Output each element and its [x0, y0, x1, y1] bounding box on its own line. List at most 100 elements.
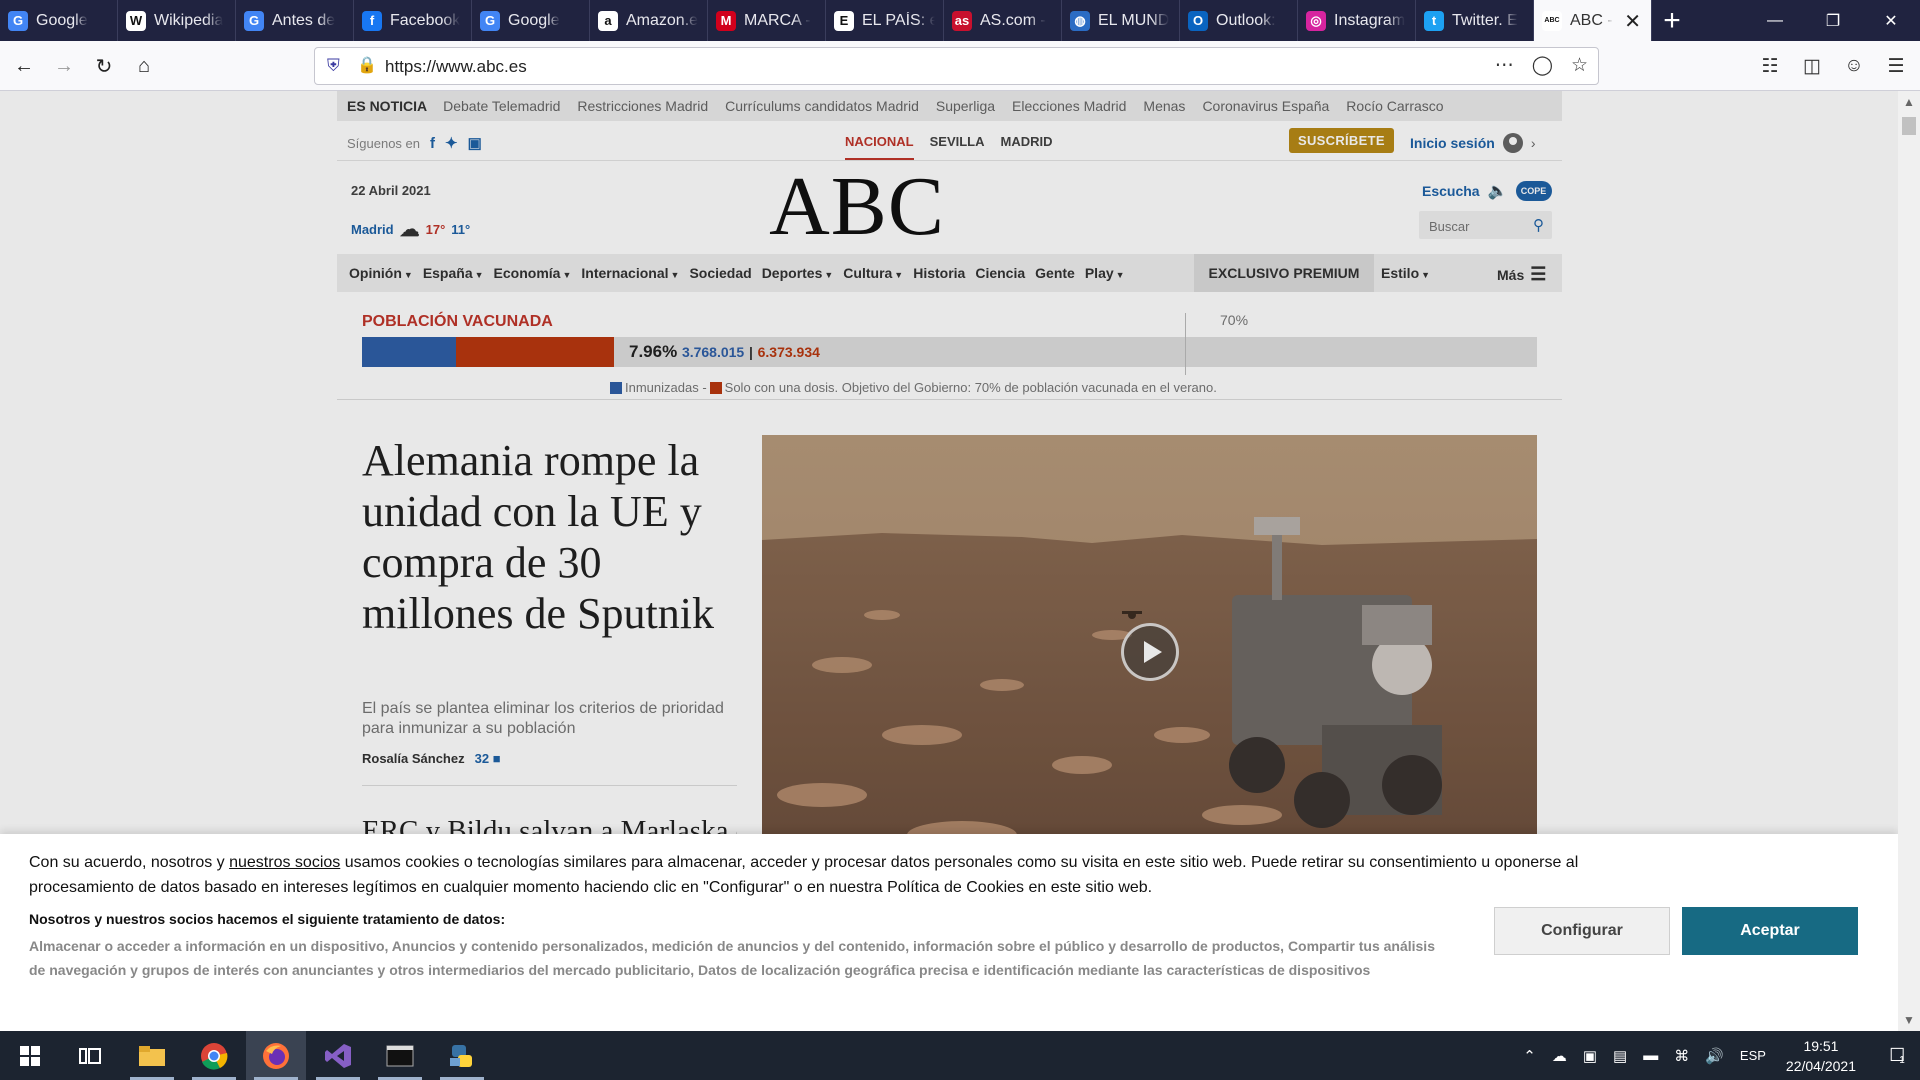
more-label[interactable]: Más: [1497, 267, 1524, 283]
browser-tab[interactable]: O Outlook:: [1180, 0, 1298, 41]
weather-city[interactable]: Madrid: [351, 222, 394, 237]
abc-logo[interactable]: ABC: [757, 165, 957, 249]
menu-item-label[interactable]: Gente: [1035, 265, 1075, 281]
menu-item[interactable]: Internacional ▼: [576, 265, 684, 281]
menu-item[interactable]: Gente: [1030, 265, 1080, 281]
page-scrollbar[interactable]: ▲ ▼: [1898, 91, 1920, 1031]
page-actions-icon[interactable]: ⋯: [1495, 54, 1514, 77]
menu-hamburger-icon[interactable]: ☰: [1882, 50, 1910, 82]
battery-icon[interactable]: ▬: [1643, 1047, 1658, 1064]
menu-item[interactable]: España ▼: [418, 265, 489, 281]
menu-item-label[interactable]: Deportes: [762, 265, 823, 281]
play-button[interactable]: [1121, 623, 1179, 681]
partners-link[interactable]: nuestros socios: [229, 854, 340, 871]
trending-item[interactable]: Restricciones Madrid: [577, 98, 708, 114]
clock-time[interactable]: 19:51: [1786, 1036, 1856, 1056]
twitter-icon[interactable]: ✦: [445, 134, 458, 152]
menu-item[interactable]: Opinión ▼: [344, 265, 418, 281]
main-headline[interactable]: Alemania rompe la unidad con la UE y com…: [362, 435, 737, 639]
menu-item[interactable]: Ciencia: [970, 265, 1030, 281]
browser-tab[interactable]: ◎ Instagram: [1298, 0, 1416, 41]
tab-label[interactable]: EL PAÍS: e: [862, 12, 935, 30]
tab-label[interactable]: EL MUND: [1098, 12, 1169, 30]
back-icon[interactable]: ←: [8, 50, 40, 82]
menu-estilo[interactable]: Estilo ▼: [1381, 265, 1430, 281]
browser-tab[interactable]: G Google: [0, 0, 118, 41]
browser-tab[interactable]: as AS.com -: [944, 0, 1062, 41]
new-tab-button[interactable]: +: [1652, 0, 1692, 41]
region-nacional[interactable]: NACIONAL: [845, 134, 914, 160]
firefox-icon[interactable]: [246, 1031, 306, 1080]
accept-button[interactable]: Aceptar: [1682, 907, 1858, 955]
estilo-label[interactable]: Estilo: [1381, 265, 1419, 281]
hamburger-icon[interactable]: ☰: [1530, 264, 1546, 285]
file-explorer-icon[interactable]: [122, 1031, 182, 1080]
menu-item-label[interactable]: Economía: [494, 265, 561, 281]
scroll-up-icon[interactable]: ▲: [1903, 95, 1915, 109]
trending-item[interactable]: Debate Telemadrid: [443, 98, 560, 114]
login-label[interactable]: Inicio sesión: [1410, 135, 1495, 151]
close-tab-icon[interactable]: ✕: [1624, 9, 1641, 34]
close-window-icon[interactable]: ✕: [1862, 0, 1920, 41]
configure-button[interactable]: Configurar: [1494, 907, 1670, 955]
trending-item[interactable]: Coronavirus España: [1202, 98, 1329, 114]
headline-deck[interactable]: El país se plantea eliminar los criterio…: [362, 699, 737, 739]
tracking-protection-icon[interactable]: ⛨: [327, 56, 340, 76]
browser-tab[interactable]: W Wikipedia: [118, 0, 236, 41]
task-view-icon[interactable]: [60, 1031, 120, 1080]
listen-widget[interactable]: Escucha 🔈 COPE: [1422, 181, 1552, 201]
clock-date[interactable]: 22/04/2021: [1786, 1056, 1856, 1076]
browser-tab[interactable]: G Google: [472, 0, 590, 41]
menu-item[interactable]: Cultura ▼: [838, 265, 908, 281]
menu-item[interactable]: Play ▼: [1080, 265, 1130, 281]
home-icon[interactable]: ⌂: [128, 50, 160, 82]
premium-link[interactable]: EXCLUSIVO PREMIUM: [1194, 254, 1374, 292]
trending-item[interactable]: Menas: [1143, 98, 1185, 114]
tab-label[interactable]: Antes de: [272, 12, 335, 30]
subscribe-button[interactable]: SUSCRÍBETE: [1289, 128, 1394, 153]
tab-label[interactable]: Outlook:: [1216, 12, 1276, 30]
site-search[interactable]: Buscar ⚲: [1419, 211, 1552, 239]
trending-item[interactable]: Elecciones Madrid: [1012, 98, 1126, 114]
browser-tab[interactable]: G Antes de: [236, 0, 354, 41]
wifi-icon[interactable]: ⌘: [1674, 1047, 1689, 1065]
menu-item-label[interactable]: Opinión: [349, 265, 402, 281]
chrome-icon[interactable]: [184, 1031, 244, 1080]
comment-icon[interactable]: ■: [493, 751, 501, 766]
terminal-icon[interactable]: [370, 1031, 430, 1080]
cope-logo[interactable]: COPE: [1515, 181, 1552, 201]
trending-item[interactable]: Rocío Carrasco: [1346, 98, 1443, 114]
chevron-up-icon[interactable]: ⌃: [1523, 1047, 1536, 1065]
bookmark-star-icon[interactable]: ☆: [1571, 54, 1588, 77]
browser-tab[interactable]: M MARCA -: [708, 0, 826, 41]
address-bar[interactable]: ⛨ 🔒 https://www.abc.es ⋯ ◯ ☆: [314, 47, 1599, 85]
menu-item-label[interactable]: Play: [1085, 265, 1114, 281]
volume-icon[interactable]: 🔊: [1705, 1047, 1724, 1065]
comment-count-value[interactable]: 32: [475, 751, 489, 766]
menu-item[interactable]: Economía ▼: [489, 265, 577, 281]
tab-label[interactable]: Google: [508, 12, 560, 30]
facebook-icon[interactable]: f: [430, 135, 435, 152]
python-icon[interactable]: [432, 1031, 492, 1080]
onedrive-cloud-icon[interactable]: ☁: [1552, 1047, 1567, 1065]
menu-item-label[interactable]: Internacional: [581, 265, 668, 281]
instagram-icon[interactable]: ▣: [468, 134, 482, 152]
url-text[interactable]: https://www.abc.es: [385, 57, 527, 77]
forward-icon[interactable]: →: [48, 50, 80, 82]
chevron-right-icon[interactable]: ›: [1531, 135, 1536, 151]
tab-label[interactable]: ABC -: [1570, 12, 1613, 30]
pocket-icon[interactable]: ◯: [1532, 54, 1553, 77]
minimize-icon[interactable]: —: [1746, 0, 1804, 41]
network-settings-icon[interactable]: ▤: [1613, 1047, 1627, 1065]
notification-count[interactable]: 1: [1899, 1055, 1905, 1066]
menu-item[interactable]: Historia: [908, 265, 970, 281]
menu-item-label[interactable]: España: [423, 265, 473, 281]
reload-icon[interactable]: ↻: [88, 50, 120, 82]
browser-tab[interactable]: E EL PAÍS: e: [826, 0, 944, 41]
lock-icon[interactable]: 🔒: [357, 55, 377, 75]
sidebar-icon[interactable]: ◫: [1798, 50, 1826, 82]
browser-tab[interactable]: a Amazon.e: [590, 0, 708, 41]
tab-label[interactable]: Amazon.e: [626, 12, 698, 30]
browser-tab[interactable]: t Twitter. E: [1416, 0, 1534, 41]
trending-item[interactable]: Currículums candidatos Madrid: [725, 98, 919, 114]
